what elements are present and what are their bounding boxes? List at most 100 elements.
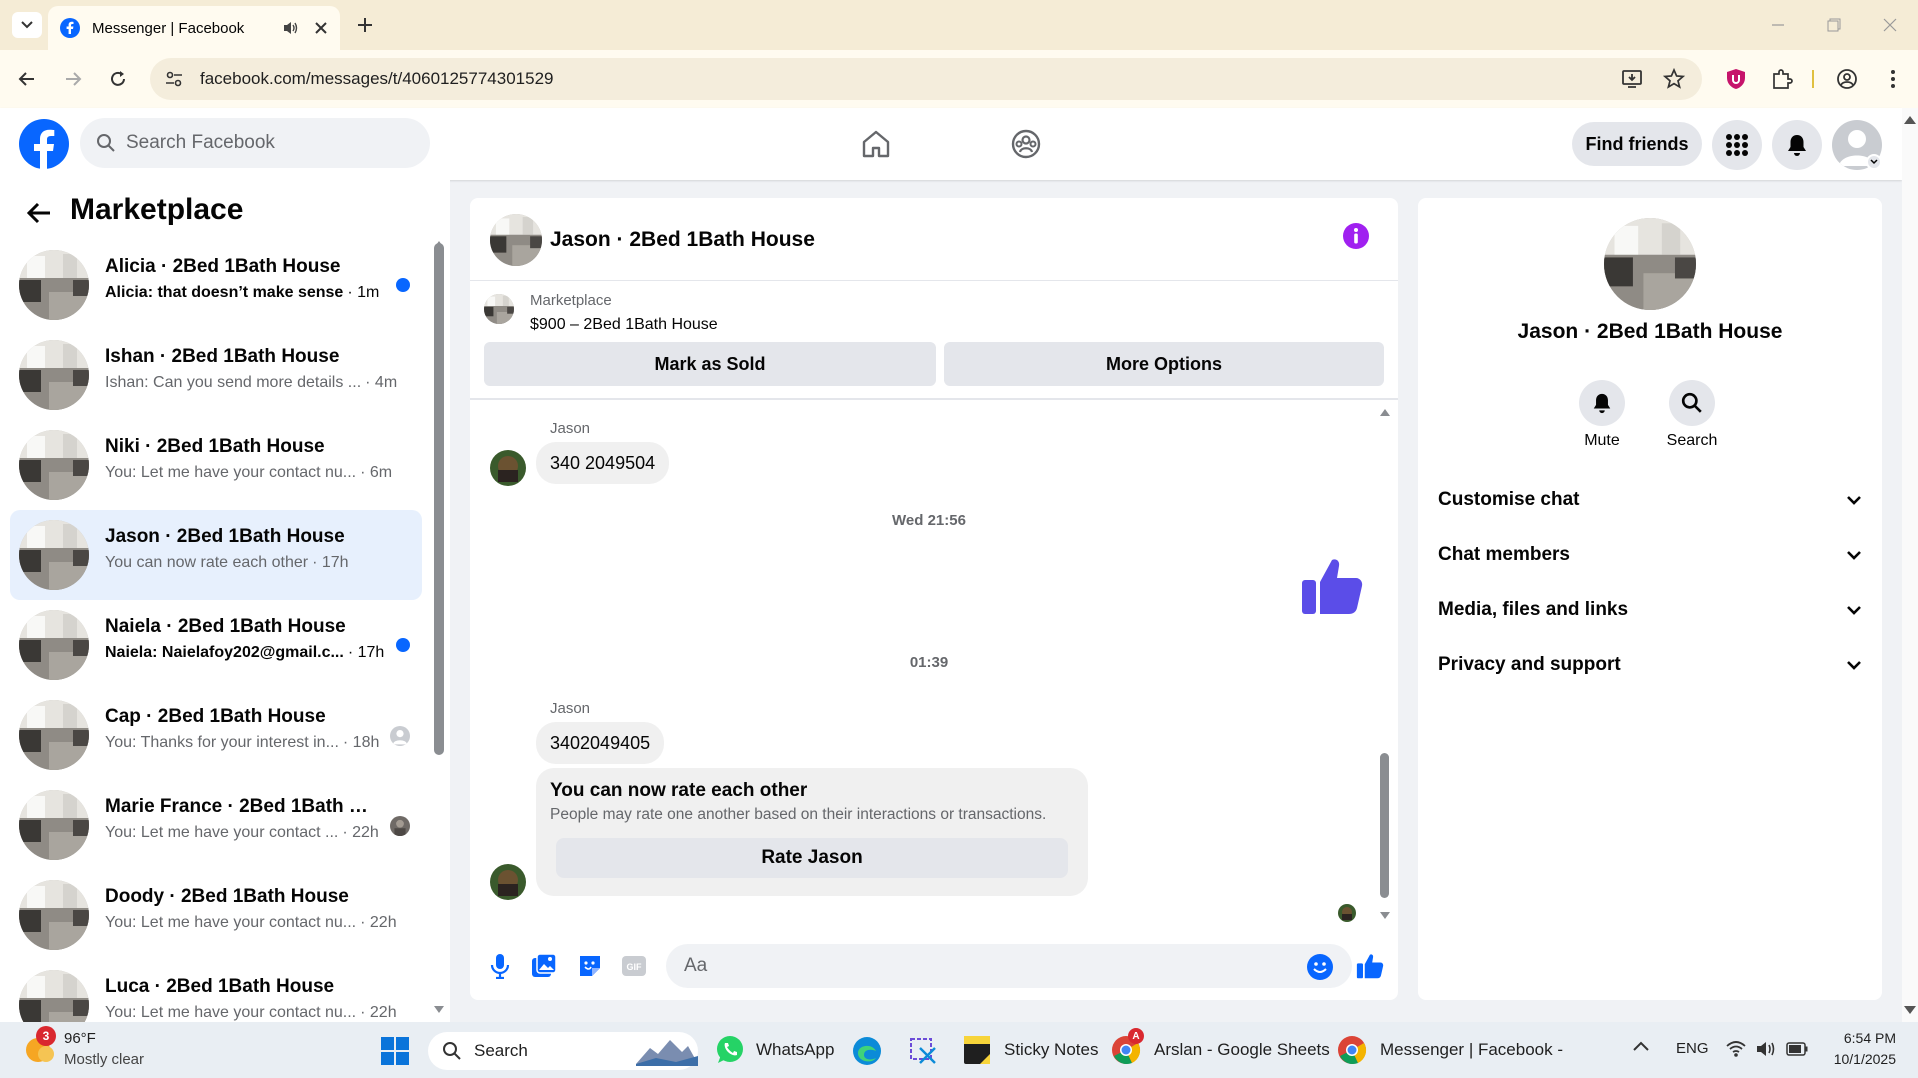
chat-members-section[interactable]: Chat members [1438,535,1862,575]
conversation-item[interactable]: Cap · 2Bed 1Bath House You: Thanks for yo… [10,690,422,780]
minimize-button[interactable] [1758,10,1798,40]
show-hidden-icons-button[interactable] [1632,1040,1650,1052]
listing-thumbnail[interactable] [484,294,514,324]
details-avatar[interactable] [1604,218,1696,310]
page-scroll-down[interactable] [1904,1006,1916,1016]
notifications-button[interactable] [1772,120,1822,170]
conversation-item[interactable]: Luca · 2Bed 1Bath House You: Let me have … [10,960,422,1022]
arrow-left-icon [26,202,50,224]
taskbar-app-sticky-notes[interactable]: Sticky Notes [962,1034,1098,1066]
chat-scroll-up[interactable] [1380,408,1390,416]
listing-price-title[interactable]: $900 – 2Bed 1Bath House [530,316,718,334]
start-button[interactable] [380,1036,410,1066]
voice-clip-button[interactable] [484,950,516,982]
message-bubble[interactable]: 3402049405 [536,722,665,764]
account-menu-chevron[interactable] [1866,154,1882,170]
privacy-support-section[interactable]: Privacy and support [1438,645,1862,685]
back-button[interactable] [10,62,44,96]
back-to-marketplace-button[interactable] [24,198,54,228]
conversation-item[interactable]: Marie France · 2Bed 1Bath Ho... You: Let … [10,780,422,870]
chat-avatar[interactable] [490,214,542,266]
weather-temp[interactable]: 96°F [64,1030,96,1047]
taskbar-search-box[interactable]: Search [428,1032,698,1070]
sticker-button[interactable] [574,950,606,982]
conversation-item[interactable]: Doody · 2Bed 1Bath House You: Let me have… [10,870,422,960]
conversation-item[interactable]: Ishan · 2Bed 1Bath House Ishan: Can you s… [10,330,422,420]
microphone-icon [490,954,510,979]
attach-media-button[interactable] [528,950,560,982]
wifi-status[interactable] [1726,1040,1746,1058]
extensions-button[interactable] [1767,64,1797,94]
chat-scrollbar[interactable] [1380,753,1389,898]
mute-button[interactable] [1579,380,1625,426]
sender-avatar[interactable] [490,864,526,900]
conversation-preview: You: Let me have your contact nu... · 22h [105,914,397,932]
volume-status[interactable] [1756,1040,1776,1058]
chevron-down-icon [1847,606,1861,615]
mark-as-sold-button[interactable]: Mark as Sold [484,342,936,386]
clock-date[interactable]: 10/1/2025 [1826,1051,1896,1067]
taskbar-app-chrome-messenger[interactable]: Messenger | Facebook - [1336,1034,1563,1066]
site-info-icon[interactable] [164,69,184,89]
taskbar-app-edge[interactable] [852,1036,882,1066]
media-files-links-section[interactable]: Media, files and links [1438,590,1862,630]
browser-menu-button[interactable] [1878,64,1908,94]
emoji-button[interactable] [1306,953,1334,981]
message-bubble[interactable]: 340 2049504 [536,442,670,484]
speaker-icon[interactable] [282,19,300,37]
info-icon [1343,223,1369,249]
facebook-logo[interactable] [18,118,70,170]
battery-status[interactable] [1786,1042,1808,1056]
install-app-button[interactable] [1617,64,1647,94]
taskbar-app-snipping-tool[interactable] [908,1036,938,1066]
rate-jason-button[interactable]: Rate Jason [556,838,1068,878]
chat-title[interactable]: Jason · 2Bed 1Bath House [550,228,815,252]
tab-search-dropdown[interactable] [12,12,42,38]
bookmark-button[interactable] [1659,64,1689,94]
conversation-item[interactable]: Alicia · 2Bed 1Bath House Alicia: that do… [10,240,422,330]
address-bar[interactable]: facebook.com/messages/t/4060125774301529 [150,58,1702,100]
sender-avatar[interactable] [490,450,526,486]
page-scrollbar[interactable] [1902,108,1918,1022]
conversation-info-button[interactable] [1342,222,1370,250]
home-nav-button[interactable] [856,124,896,164]
close-window-button[interactable] [1870,10,1910,40]
taskbar-app-label: Sticky Notes [1004,1040,1099,1059]
conversation-item[interactable]: Niki · 2Bed 1Bath House You: Let me have … [10,420,422,510]
gif-button[interactable]: GIF [618,950,650,982]
ublock-extension-button[interactable] [1721,64,1751,94]
seen-avatar-icon [390,816,410,836]
bell-icon [1593,393,1611,414]
groups-nav-button[interactable] [1006,124,1046,164]
close-tab-icon[interactable] [314,21,328,35]
browser-tab-messenger[interactable]: Messenger | Facebook [48,6,340,50]
find-friends-button[interactable]: Find friends [1572,122,1702,166]
restore-button[interactable] [1814,10,1854,40]
conversation-avatar [19,700,89,770]
triangle-up-icon [1904,116,1916,124]
profile-button[interactable] [1832,64,1862,94]
clock-time[interactable]: 6:54 PM [1832,1030,1896,1046]
customise-chat-section[interactable]: Customise chat [1438,480,1862,520]
reload-button[interactable] [101,62,135,96]
restore-icon [1827,18,1841,32]
conversation-item[interactable]: Naiela · 2Bed 1Bath House Naiela: Naielaf… [10,600,422,690]
arrow-left-icon [18,72,34,86]
search-in-conversation-button[interactable] [1669,380,1715,426]
conversation-list-scrollbar[interactable] [434,243,444,755]
forward-button[interactable] [56,62,90,96]
language-indicator[interactable]: ENG [1676,1040,1709,1057]
sent-like-message[interactable] [1300,554,1364,618]
menu-button[interactable] [1712,120,1762,170]
chat-scroll-down[interactable] [1380,912,1390,920]
message-input[interactable]: Aa [666,944,1352,988]
list-scroll-down[interactable] [434,1006,444,1014]
new-tab-button[interactable] [350,12,380,38]
send-like-button[interactable] [1354,950,1386,982]
weather-desc[interactable]: Mostly clear [64,1051,144,1068]
more-options-button[interactable]: More Options [944,342,1384,386]
mute-label: Mute [1584,432,1620,449]
taskbar-app-whatsapp[interactable]: WhatsApp [714,1034,834,1066]
conversation-item[interactable]: Jason · 2Bed 1Bath House You can now rate… [10,510,422,600]
facebook-search-input[interactable]: Search Facebook [80,118,430,168]
